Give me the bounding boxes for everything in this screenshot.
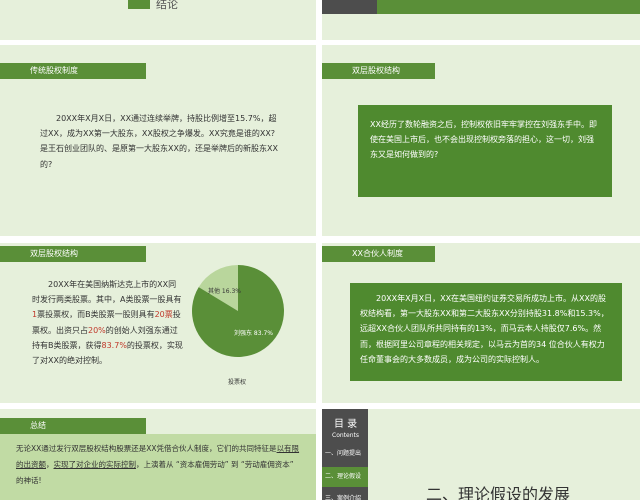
body-part: 票投票权，而B类股票一股则具有 bbox=[37, 310, 155, 320]
slide-thumb-7[interactable]: 总结 无论XX通过发行双层股权结构股票还是XX凭借合伙人制度，它们的共同特征是以… bbox=[0, 409, 316, 500]
slide-body-text: 无论XX通过发行双层股权结构股票还是XX凭借合伙人制度，它们的共同特征是以有限的… bbox=[16, 441, 302, 488]
slide-header: 双层股权结构 bbox=[0, 246, 146, 262]
body-part: 无论XX通过发行双层股权结构股票还是XX凭借合伙人制度，它们的共同特征是 bbox=[16, 444, 277, 453]
slide-header: 总结 bbox=[0, 418, 146, 434]
toc-subtitle: Contents bbox=[332, 432, 359, 439]
green-strip bbox=[377, 0, 640, 14]
highlight: 20% bbox=[88, 325, 106, 335]
chart-title: 投票权 bbox=[228, 379, 247, 386]
voting-power-pie-chart: 其他 16.3% 刘强东 83.7% bbox=[192, 265, 284, 357]
toc-item-2[interactable]: 二、理论假设 bbox=[322, 467, 368, 487]
slide-header: XX合伙人制度 bbox=[322, 246, 435, 262]
slide-thumb-8[interactable]: 目 录 Contents 一、问题提出 二、理论假设 三、案例介绍 二、理论假设… bbox=[322, 409, 640, 500]
slide-body-box: 20XX年X月X日，XX在美国纽约证券交易所成功上市。从XX的股权结构看，第一大… bbox=[350, 283, 622, 381]
pie-label-liu: 刘强东 83.7% bbox=[234, 329, 273, 337]
slide-thumb-1[interactable]: 结论 bbox=[0, 0, 316, 40]
slide-thumb-2[interactable] bbox=[322, 0, 640, 40]
slide-body-text: 20XX年X月X日，XX通过连续举牌，持股比例增至15.7%，超过XX，成为XX… bbox=[40, 114, 278, 169]
toc-item-3[interactable]: 三、案例介绍 bbox=[322, 489, 368, 500]
pie-label-other: 其他 16.3% bbox=[208, 287, 241, 295]
body-part: ， bbox=[46, 459, 54, 469]
underlined-phrase: 实现了对企业的实际控制 bbox=[53, 459, 137, 469]
toc-item-1[interactable]: 一、问题提出 bbox=[322, 444, 368, 464]
toc-title: 目 录 bbox=[334, 419, 358, 430]
slide-thumb-3[interactable]: 传统股权制度 20XX年X月X日，XX通过连续举牌，持股比例增至15.7%，超过… bbox=[0, 45, 316, 236]
highlight: 20票 bbox=[154, 310, 173, 320]
slide-title: 结论 bbox=[156, 0, 178, 11]
dark-strip bbox=[322, 0, 377, 14]
slide-body-box: XX经历了数轮融资之后，控制权依旧牢牢掌控在刘强东手中。即使在美国上市后，也不会… bbox=[358, 105, 612, 197]
highlight: 83.7% bbox=[101, 340, 127, 350]
slide-header: 传统股权制度 bbox=[0, 63, 146, 79]
slide-body-text: 20XX年在美国纳斯达克上市的XX同时发行两类股票。其中，A类股票一股具有1票投… bbox=[32, 277, 184, 368]
section-title: 二、理论假设的发展 bbox=[426, 485, 571, 500]
body-part: 20XX年在美国纳斯达克上市的XX同时发行两类股票。其中，A类股票一股具有 bbox=[32, 280, 182, 305]
slide-thumb-4[interactable]: 双层股权结构 XX经历了数轮融资之后，控制权依旧牢牢掌控在刘强东手中。即使在美国… bbox=[322, 45, 640, 236]
slide-thumb-5[interactable]: 双层股权结构 20XX年在美国纳斯达克上市的XX同时发行两类股票。其中，A类股票… bbox=[0, 243, 316, 403]
slide-header: 双层股权结构 bbox=[322, 63, 435, 79]
title-marker bbox=[128, 0, 150, 9]
slide-thumb-6[interactable]: XX合伙人制度 20XX年X月X日，XX在美国纽约证券交易所成功上市。从XX的股… bbox=[322, 243, 640, 403]
